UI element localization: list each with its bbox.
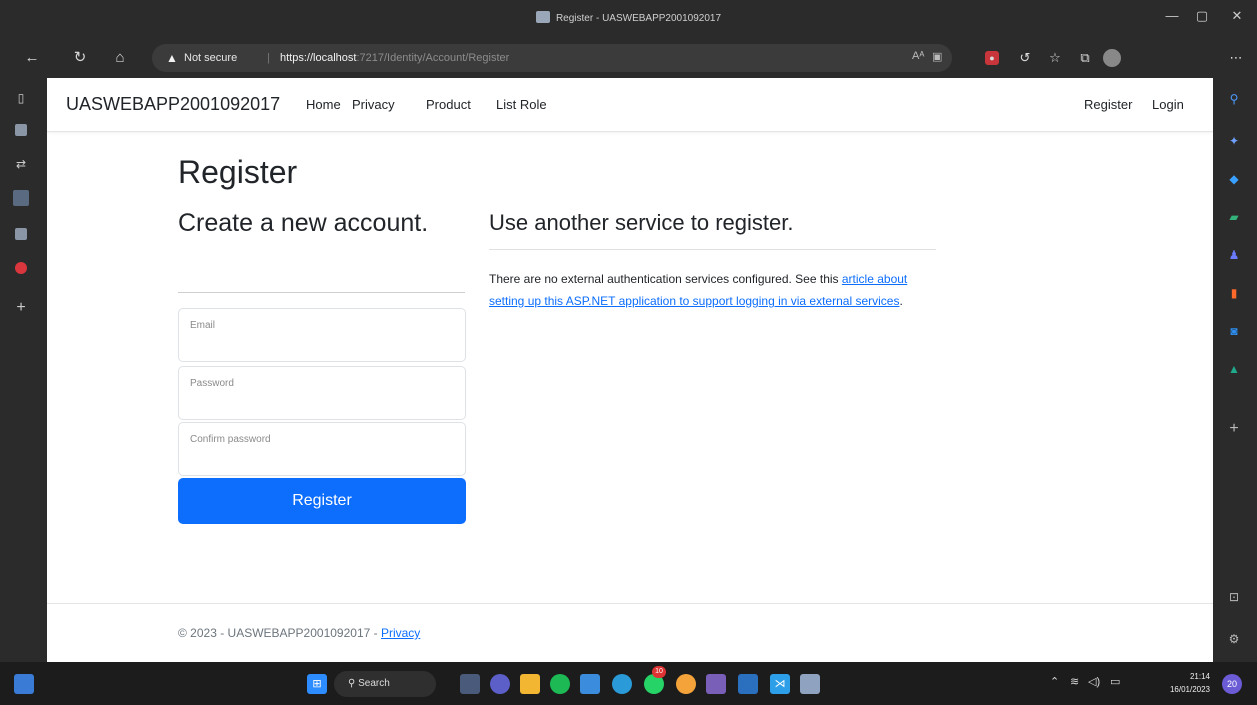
url-text[interactable]: https://localhost:7217/Identity/Account/… <box>280 52 509 64</box>
site-navbar: UASWEBAPP2001092017 Home Privacy Product… <box>47 78 1213 132</box>
office-icon[interactable]: ▮ <box>1225 284 1243 302</box>
volume-icon[interactable]: ◁) <box>1088 675 1100 688</box>
tray-expand-icon[interactable]: ⌃ <box>1050 675 1059 688</box>
nav-product[interactable]: Product <box>426 97 471 112</box>
file-explorer-icon[interactable] <box>520 674 540 694</box>
outlook-icon[interactable]: ◙ <box>1225 322 1243 340</box>
profile-avatar[interactable] <box>1103 49 1121 67</box>
new-tab-icon[interactable]: + <box>13 300 29 316</box>
email-placeholder: Email <box>190 320 216 331</box>
close-button[interactable]: ✕ <box>1222 6 1252 26</box>
battery-icon[interactable]: ▭ <box>1110 675 1120 688</box>
extension-red-icon[interactable]: ● <box>985 51 999 65</box>
taskbar-clock[interactable]: 21:14 16/01/2023 <box>1158 670 1210 696</box>
window-title: Register - UASWEBAPP2001092017 <box>0 11 1257 24</box>
form-subheading: Create a new account. <box>178 209 429 237</box>
page-favicon-icon <box>535 11 550 23</box>
taskbar-search[interactable]: ⚲ Search <box>334 671 436 697</box>
tab-red-icon[interactable] <box>15 262 27 274</box>
vscode-icon[interactable]: ⋊ <box>770 674 790 694</box>
spotify-icon[interactable] <box>550 674 570 694</box>
tab-page-icon[interactable] <box>15 124 27 136</box>
footer-privacy-link[interactable]: Privacy <box>381 626 420 640</box>
back-button[interactable]: ← <box>20 47 44 69</box>
tab-active-icon[interactable] <box>13 190 29 206</box>
favorites-icon[interactable]: ☆ <box>1045 48 1065 68</box>
notes-icon[interactable] <box>580 674 600 694</box>
copilot-icon[interactable]: ✦ <box>1225 132 1243 150</box>
page-title: Register <box>178 154 298 190</box>
address-toolbar: ← ↻ ⌂ ▲ Not secure | https://localhost:7… <box>0 38 1257 78</box>
shopping-icon[interactable]: ▰ <box>1225 208 1243 226</box>
people-icon[interactable]: ♟ <box>1225 246 1243 264</box>
url-path: :7217/Identity/Account/Register <box>356 52 510 64</box>
start-button-icon[interactable]: ⊞ <box>307 674 327 694</box>
chat-icon[interactable] <box>490 674 510 694</box>
password-placeholder: Password <box>190 378 234 389</box>
home-button[interactable]: ⌂ <box>108 47 132 69</box>
external-heading: Use another service to register. <box>489 210 794 235</box>
nav-register[interactable]: Register <box>1084 97 1132 112</box>
chrome-icon[interactable] <box>676 674 696 694</box>
password-field[interactable]: Password <box>178 366 466 420</box>
wifi-icon[interactable]: ≋ <box>1070 675 1079 688</box>
clock-date: 16/01/2023 <box>1169 685 1210 694</box>
window-title-text: Register - UASWEBAPP2001092017 <box>555 13 722 24</box>
external-info-text: There are no external authentication ser… <box>489 268 939 312</box>
tab-swap-icon[interactable]: ⇄ <box>13 156 29 172</box>
notification-badge[interactable]: 20 <box>1222 674 1242 694</box>
nav-login[interactable]: Login <box>1152 97 1184 112</box>
external-divider <box>489 249 936 250</box>
url-separator: | <box>267 52 270 64</box>
refresh-extension-icon[interactable]: ↺ <box>1015 48 1035 68</box>
url-bar[interactable]: ▲ Not secure | https://localhost:7217/Id… <box>152 44 952 72</box>
nav-list-role[interactable]: List Role <box>496 97 547 112</box>
external-text-after: . <box>899 294 903 308</box>
copyright-text: © 2023 - UASWEBAPP2001092017 - <box>178 626 381 640</box>
search-icon[interactable]: ⚲ <box>1225 90 1243 108</box>
nav-privacy[interactable]: Privacy <box>352 97 395 112</box>
more-menu-icon[interactable]: ⋯ <box>1226 48 1246 68</box>
hide-sidebar-icon[interactable]: ⊡ <box>1225 588 1243 606</box>
sidebar-settings-icon[interactable]: ⚙ <box>1225 630 1243 648</box>
edge-browser-icon[interactable] <box>612 674 632 694</box>
add-sidebar-app-icon[interactable]: + <box>1225 420 1243 438</box>
url-host: https://localhost <box>280 52 357 64</box>
site-brand[interactable]: UASWEBAPP2001092017 <box>66 94 280 115</box>
minimize-button[interactable]: — <box>1157 6 1187 26</box>
site-footer: © 2023 - UASWEBAPP2001092017 - Privacy <box>47 603 1213 662</box>
whatsapp-badge: 10 <box>652 666 666 678</box>
refresh-button[interactable]: ↻ <box>68 47 92 69</box>
warning-icon[interactable]: ▲ <box>166 51 178 65</box>
confirm-password-placeholder: Confirm password <box>190 434 271 445</box>
windows-taskbar: ⊞ ⚲ Search 10 ⋊ ⌃ ≋ ◁) ▭ 21:14 16/01/2023… <box>0 662 1257 705</box>
tab-actions-icon[interactable]: ▯ <box>13 90 29 106</box>
extension-icon[interactable]: ▣ <box>932 50 942 63</box>
external-text-before: There are no external authentication ser… <box>489 272 842 286</box>
tag-icon[interactable]: ◆ <box>1225 170 1243 188</box>
footer-text: © 2023 - UASWEBAPP2001092017 - Privacy <box>178 626 420 640</box>
register-submit-button[interactable]: Register <box>178 478 466 524</box>
word-icon[interactable] <box>738 674 758 694</box>
clock-time: 21:14 <box>1189 672 1210 681</box>
read-aloud-icon[interactable]: Aᴬ <box>912 50 924 62</box>
form-divider <box>178 292 465 293</box>
maximize-button[interactable]: ▢ <box>1187 6 1217 26</box>
tab-page-icon-2[interactable] <box>15 228 27 240</box>
edge-sidebar: ⚲ ✦ ◆ ▰ ♟ ▮ ◙ ▲ + ⊡ ⚙ <box>1213 78 1257 662</box>
taskbar-search-label: Search <box>358 678 390 689</box>
widgets-icon[interactable] <box>14 674 34 694</box>
drop-icon[interactable]: ▲ <box>1225 360 1243 378</box>
confirm-password-field[interactable]: Confirm password <box>178 422 466 476</box>
snipping-icon[interactable] <box>800 674 820 694</box>
task-view-icon[interactable] <box>460 674 480 694</box>
vertical-tabs-bar: ▯ ⇄ + <box>0 78 47 662</box>
browser-title-bar: Register - UASWEBAPP2001092017 — ▢ ✕ <box>0 0 1257 38</box>
email-field[interactable]: Email <box>178 308 466 362</box>
collections-icon[interactable]: ⧉ <box>1075 48 1095 68</box>
app-icon[interactable] <box>706 674 726 694</box>
security-label[interactable]: Not secure <box>184 52 237 64</box>
nav-home[interactable]: Home <box>306 97 341 112</box>
web-page: UASWEBAPP2001092017 Home Privacy Product… <box>47 78 1213 662</box>
